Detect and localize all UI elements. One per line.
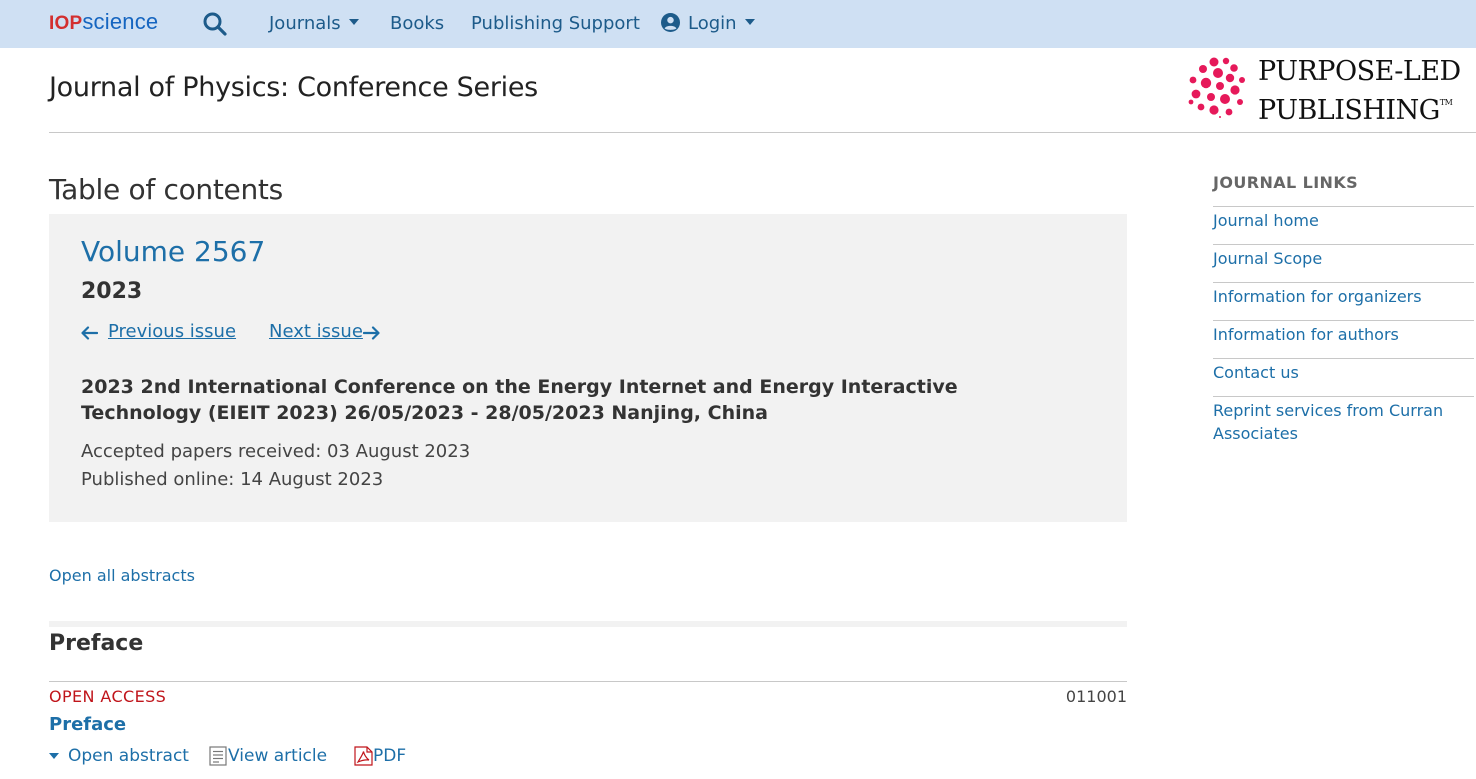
- section-title-preface: Preface: [49, 631, 144, 656]
- previous-issue-link[interactable]: Previous issue: [108, 320, 236, 344]
- brand-dots-logo-icon: [1188, 57, 1245, 118]
- sidebar-link-information-for-organizers[interactable]: Information for organizers: [1213, 282, 1474, 320]
- published-date: Published online: 14 August 2023: [81, 469, 384, 490]
- document-icon[interactable]: [209, 746, 228, 766]
- journal-links-list: Journal home Journal Scope Information f…: [1213, 206, 1474, 457]
- sidebar-link-journal-scope[interactable]: Journal Scope: [1213, 244, 1474, 282]
- open-abstract-label: Open abstract: [68, 746, 189, 766]
- user-icon: [661, 12, 680, 32]
- sidebar-link-contact-us[interactable]: Contact us: [1213, 358, 1474, 396]
- brand-line-2: PUBLISHING: [1258, 95, 1440, 126]
- article-number: 011001: [1065, 687, 1127, 706]
- pdf-icon[interactable]: [354, 746, 373, 766]
- accepted-date: Accepted papers received: 03 August 2023: [81, 441, 471, 462]
- view-article-link[interactable]: View article: [228, 745, 327, 767]
- issue-info-panel: Volume 2567 2023 Previous issue Next iss…: [49, 214, 1127, 522]
- volume-title: Volume 2567: [81, 235, 266, 268]
- header-divider: [49, 132, 1476, 133]
- brand-trademark: TM: [1439, 98, 1453, 107]
- open-abstract-link[interactable]: Open abstract: [49, 745, 189, 767]
- sidebar-link-information-for-authors[interactable]: Information for authors: [1213, 320, 1474, 358]
- nav-journals[interactable]: Journals: [269, 12, 359, 36]
- iopscience-logo[interactable]: IOPscience: [49, 8, 158, 38]
- caret-down-icon: [49, 753, 59, 759]
- open-access-label: OPEN ACCESS: [49, 687, 167, 706]
- brand-text: PURPOSE-LED PUBLISHINGTM: [1258, 56, 1461, 126]
- journal-title[interactable]: Journal of Physics: Conference Series: [49, 70, 538, 106]
- section-divider: [49, 681, 1127, 682]
- caret-down-icon: [744, 19, 755, 25]
- search-icon[interactable]: [202, 11, 228, 37]
- journal-links-heading: JOURNAL LINKS: [1213, 173, 1359, 192]
- nav-login-label: Login: [688, 13, 737, 34]
- article-title-link[interactable]: Preface: [49, 713, 126, 737]
- nav-publishing-support[interactable]: Publishing Support: [471, 12, 640, 36]
- open-all-abstracts-link[interactable]: Open all abstracts: [49, 565, 195, 587]
- arrow-right-icon[interactable]: [363, 326, 380, 340]
- pdf-link[interactable]: PDF: [373, 745, 406, 767]
- brand-line-1: PURPOSE-LED: [1258, 56, 1461, 87]
- issue-year: 2023: [81, 279, 143, 304]
- sidebar-link-journal-home[interactable]: Journal home: [1213, 206, 1474, 244]
- arrow-left-icon[interactable]: [81, 326, 98, 340]
- nav-journals-label: Journals: [269, 13, 341, 34]
- sidebar-link-reprint-services[interactable]: Reprint services from Curran Associates: [1213, 396, 1474, 457]
- caret-down-icon: [348, 19, 359, 25]
- logo-science-text: science: [82, 9, 159, 34]
- top-navigation-bar: IOPscience Journals Books Publishing Sup…: [0, 0, 1476, 48]
- nav-login[interactable]: Login: [661, 12, 755, 36]
- purpose-led-publishing-logo[interactable]: PURPOSE-LED PUBLISHINGTM: [1187, 56, 1476, 126]
- table-of-contents-heading: Table of contents: [49, 173, 283, 206]
- section-bar: [49, 621, 1127, 627]
- nav-books[interactable]: Books: [390, 12, 444, 36]
- next-issue-link[interactable]: Next issue: [269, 320, 363, 344]
- conference-title: 2023 2nd International Conference on the…: [81, 376, 958, 424]
- logo-iop-text: IOP: [49, 13, 83, 34]
